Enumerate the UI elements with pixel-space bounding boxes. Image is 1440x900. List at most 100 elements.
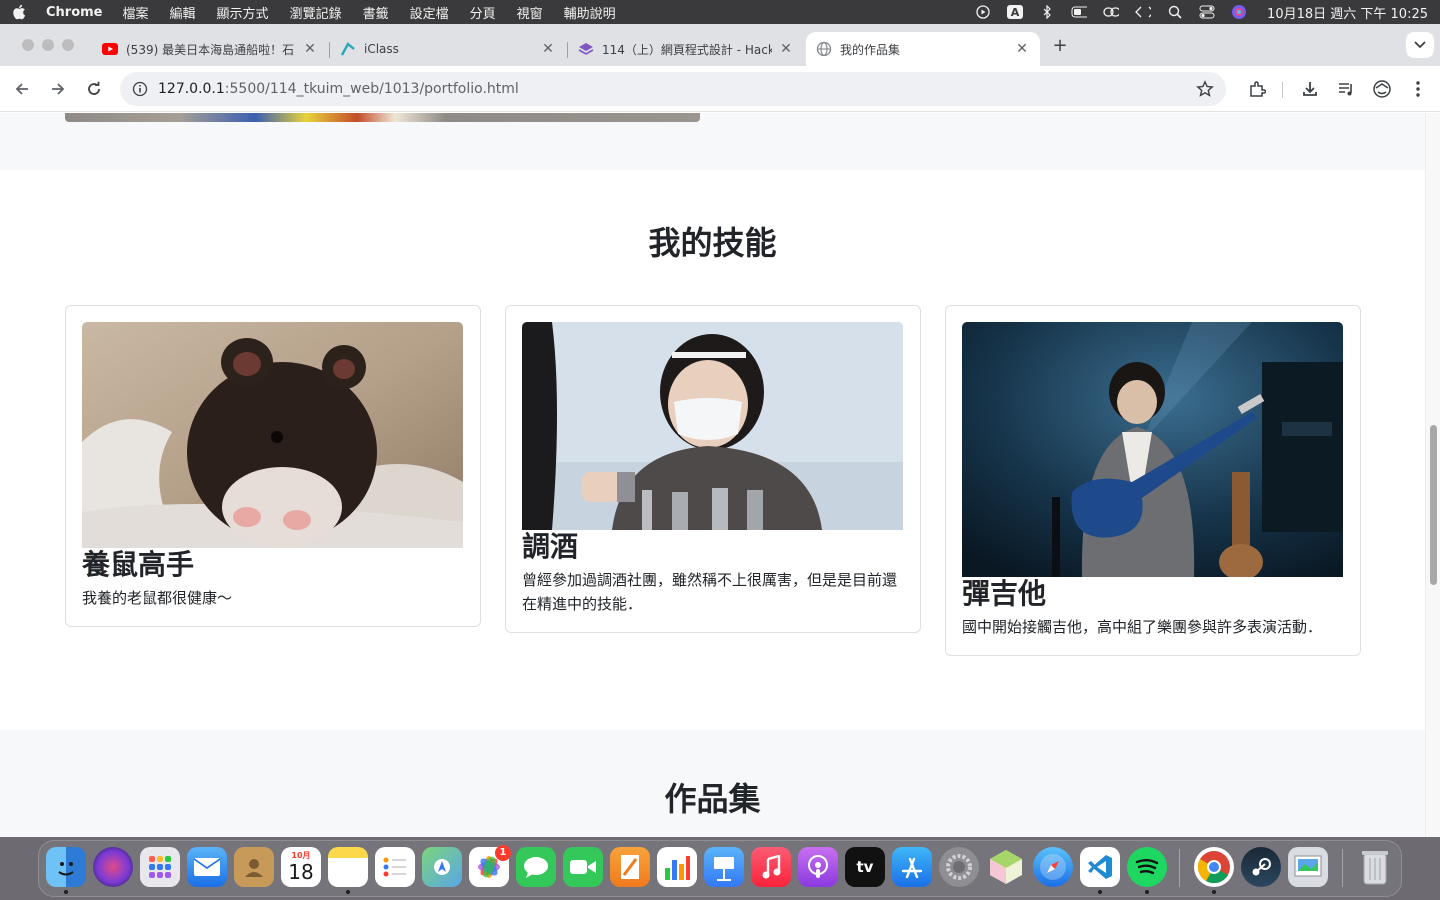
browser-toolbar: 127.0.0.1:5500/114_tkuim_web/1013/portfo…: [0, 66, 1440, 112]
menu-edit[interactable]: 編輯: [170, 3, 196, 22]
messages-icon[interactable]: [516, 847, 556, 887]
safari-icon[interactable]: [1033, 847, 1073, 887]
tab-portfolio[interactable]: 我的作品集 ✕: [806, 32, 1040, 66]
mail-icon[interactable]: [187, 847, 227, 887]
facetime-icon[interactable]: [563, 847, 603, 887]
clock[interactable]: 10月18日 週六 下午 10:25: [1267, 3, 1428, 22]
contacts-icon[interactable]: [234, 847, 274, 887]
calendar-day: 18: [288, 860, 314, 884]
tab-title: iClass: [364, 42, 399, 56]
iclass-icon: [340, 41, 356, 57]
menu-bookmarks[interactable]: 書籤: [363, 3, 389, 22]
profile-avatar-icon[interactable]: [1370, 77, 1394, 101]
scrollbar-thumb[interactable]: [1430, 425, 1437, 585]
spotlight-search-icon[interactable]: [1167, 5, 1183, 19]
portfolio-section: 作品集: [0, 730, 1425, 837]
address-bar[interactable]: 127.0.0.1:5500/114_tkuim_web/1013/portfo…: [120, 72, 1226, 106]
tab-strip: (539) 最美日本海島通船啦！石 ✕ iClass ✕ 114（上）網頁程式設…: [0, 24, 1440, 66]
tab-youtube[interactable]: (539) 最美日本海島通船啦！石 ✕: [92, 32, 328, 66]
skill-description: 國中開始接觸吉他，高中組了樂團參與許多表演活動．: [962, 618, 1323, 636]
menu-history[interactable]: 瀏覽記錄: [290, 3, 342, 22]
menu-profiles[interactable]: 設定檔: [410, 3, 449, 22]
bartending-photo: [522, 322, 903, 530]
url-text[interactable]: 127.0.0.1:5500/114_tkuim_web/1013/portfo…: [158, 81, 519, 97]
tab-close-icon[interactable]: ✕: [1014, 41, 1030, 57]
page-scrollbar[interactable]: [1425, 113, 1440, 837]
zoom-window-button[interactable]: [62, 39, 74, 51]
running-indicator: [64, 890, 68, 894]
code-brackets-icon[interactable]: [1135, 5, 1152, 19]
podcasts-icon[interactable]: [798, 847, 838, 887]
dock-divider: [1342, 849, 1343, 887]
tab-close-icon[interactable]: ✕: [302, 41, 318, 57]
photos-icon[interactable]: 1: [469, 845, 511, 887]
back-button[interactable]: [10, 77, 34, 101]
siri-icon[interactable]: [93, 847, 133, 887]
keynote-icon[interactable]: [704, 847, 744, 887]
calendar-icon[interactable]: 10月 18: [281, 847, 321, 887]
pages-icon[interactable]: [610, 847, 650, 887]
dock-divider: [1179, 849, 1180, 887]
apple-menu-icon[interactable]: [12, 4, 26, 20]
tab-title: (539) 最美日本海島通船啦！石: [126, 42, 295, 57]
reminders-icon[interactable]: [375, 847, 415, 887]
chrome-menu-icon[interactable]: [1406, 77, 1430, 101]
reload-button[interactable]: [82, 77, 106, 101]
downloads-icon[interactable]: [1298, 77, 1322, 101]
site-info-icon[interactable]: [132, 81, 148, 97]
screen-record-icon[interactable]: [975, 5, 991, 19]
steam-icon[interactable]: [1241, 847, 1281, 887]
tab-close-icon[interactable]: ✕: [540, 41, 556, 57]
tab-title: 114（上）網頁程式設計 - Hack: [602, 42, 772, 57]
skill-card: 調酒 曾經參加過調酒社團，雖然稱不上很厲害，但是是目前還在精進中的技能．: [505, 305, 921, 633]
photos-badge: 1: [495, 845, 511, 861]
hamster-photo: [82, 322, 463, 548]
sketch-icon[interactable]: [986, 847, 1026, 887]
maps-icon[interactable]: [422, 847, 462, 887]
music-icon[interactable]: [751, 847, 791, 887]
skill-description: 我養的老鼠都很健康～: [82, 589, 233, 607]
bookmark-star-icon[interactable]: [1196, 80, 1214, 98]
control-center-icon[interactable]: [1199, 5, 1215, 19]
trash-icon[interactable]: [1355, 847, 1395, 887]
running-indicator: [1145, 890, 1149, 894]
running-indicator: [346, 890, 350, 894]
input-source-icon[interactable]: A: [1007, 5, 1024, 19]
vscode-icon[interactable]: [1080, 847, 1120, 887]
app-name[interactable]: Chrome: [46, 5, 103, 20]
menu-view[interactable]: 顯示方式: [217, 3, 269, 22]
apple-tv-icon[interactable]: tv: [845, 847, 885, 887]
tab-hackmd[interactable]: 114（上）網頁程式設計 - Hack ✕: [568, 32, 804, 66]
menu-tab[interactable]: 分頁: [470, 3, 496, 22]
forward-button[interactable]: [46, 77, 70, 101]
url-host: 127.0.0.1: [158, 81, 225, 97]
running-indicator: [1098, 890, 1102, 894]
new-tab-button[interactable]: +: [1050, 36, 1070, 56]
app-store-icon[interactable]: [892, 847, 932, 887]
tab-iclass[interactable]: iClass ✕: [330, 32, 566, 66]
battery-icon[interactable]: [1071, 5, 1088, 19]
bluetooth-icon[interactable]: [1039, 5, 1055, 19]
media-controls-icon[interactable]: [1334, 77, 1358, 101]
tab-search-button[interactable]: [1406, 32, 1434, 58]
launchpad-icon[interactable]: [140, 847, 180, 887]
preview-icon[interactable]: [1288, 847, 1328, 887]
finder-icon[interactable]: [46, 847, 86, 887]
numbers-icon[interactable]: [657, 847, 697, 887]
minimize-window-button[interactable]: [42, 39, 54, 51]
menu-bar: Chrome 檔案 編輯 顯示方式 瀏覽記錄 書籤 設定檔 分頁 視窗 輔助說明…: [0, 0, 1440, 24]
menu-file[interactable]: 檔案: [123, 3, 149, 22]
spotify-icon[interactable]: [1127, 847, 1167, 887]
skill-title: 養鼠高手: [82, 548, 195, 581]
menu-help[interactable]: 輔助說明: [564, 3, 616, 22]
skill-card: 彈吉他 國中開始接觸吉他，高中組了樂團參與許多表演活動．: [945, 305, 1361, 656]
system-settings-icon[interactable]: [939, 847, 979, 887]
tab-close-icon[interactable]: ✕: [778, 41, 794, 57]
link-icon[interactable]: [1103, 5, 1120, 19]
extensions-icon[interactable]: [1245, 77, 1269, 101]
close-window-button[interactable]: [22, 39, 34, 51]
chrome-icon[interactable]: [1194, 847, 1234, 887]
siri-icon[interactable]: [1231, 5, 1247, 19]
notes-icon[interactable]: [328, 847, 368, 887]
menu-window[interactable]: 視窗: [517, 3, 543, 22]
